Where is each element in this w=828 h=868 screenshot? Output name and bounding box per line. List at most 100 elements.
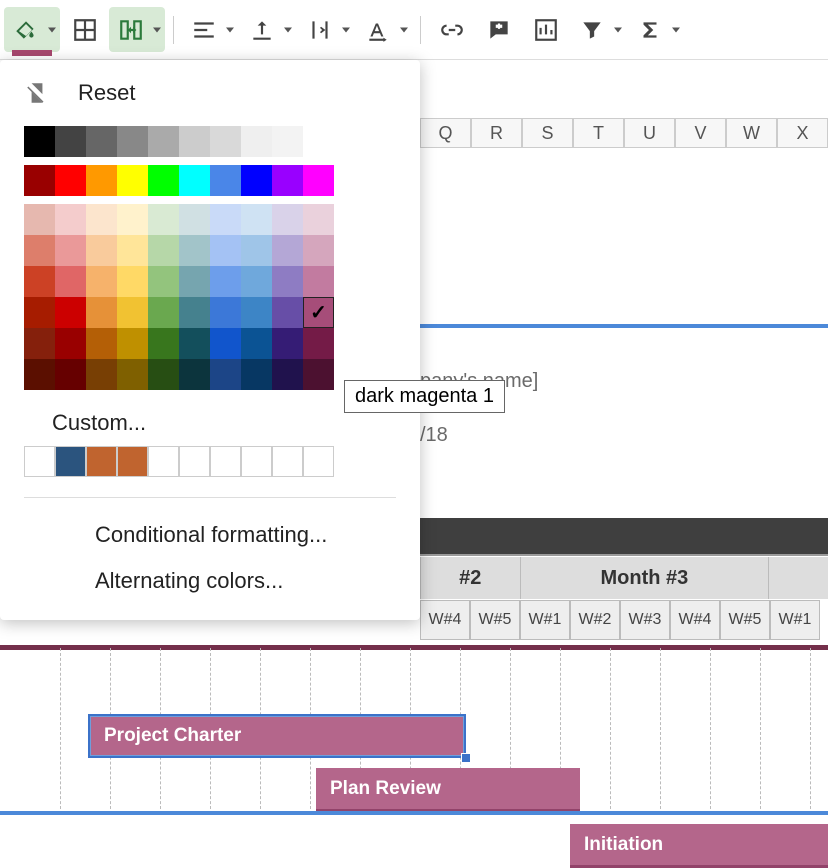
custom-swatch[interactable]	[24, 446, 55, 477]
color-swatch[interactable]	[210, 235, 241, 266]
color-swatch[interactable]	[179, 235, 210, 266]
column-header[interactable]: S	[522, 118, 573, 148]
color-swatch[interactable]	[179, 328, 210, 359]
custom-swatch[interactable]	[210, 446, 241, 477]
color-swatch[interactable]	[272, 266, 303, 297]
color-swatch[interactable]	[55, 235, 86, 266]
color-swatch[interactable]	[55, 126, 86, 157]
color-swatch[interactable]	[303, 126, 334, 157]
custom-swatch[interactable]	[86, 446, 117, 477]
color-swatch[interactable]	[148, 235, 179, 266]
color-swatch[interactable]	[241, 266, 272, 297]
color-swatch[interactable]	[272, 328, 303, 359]
color-swatch[interactable]	[24, 297, 55, 328]
color-swatch[interactable]	[272, 165, 303, 196]
column-header[interactable]: W	[726, 118, 777, 148]
color-swatch[interactable]	[179, 165, 210, 196]
color-swatch[interactable]	[24, 126, 55, 157]
filter-button[interactable]	[570, 7, 626, 52]
insert-comment-button[interactable]	[476, 7, 521, 52]
color-swatch[interactable]	[86, 126, 117, 157]
color-swatch[interactable]	[272, 126, 303, 157]
color-swatch[interactable]	[303, 165, 334, 196]
color-swatch[interactable]	[241, 165, 272, 196]
column-header[interactable]: Q	[420, 118, 471, 148]
color-swatch[interactable]	[148, 328, 179, 359]
column-header[interactable]: U	[624, 118, 675, 148]
color-swatch[interactable]	[303, 359, 334, 390]
color-swatch[interactable]	[117, 266, 148, 297]
insert-link-button[interactable]	[429, 7, 474, 52]
color-swatch[interactable]	[117, 235, 148, 266]
color-swatch[interactable]	[272, 359, 303, 390]
color-swatch[interactable]	[55, 359, 86, 390]
color-swatch[interactable]	[210, 165, 241, 196]
reset-color-item[interactable]: Reset	[0, 70, 420, 116]
color-swatch[interactable]	[55, 266, 86, 297]
color-swatch[interactable]	[24, 204, 55, 235]
color-swatch[interactable]	[86, 297, 117, 328]
color-swatch[interactable]	[24, 165, 55, 196]
color-swatch[interactable]	[241, 235, 272, 266]
color-swatch[interactable]	[210, 126, 241, 157]
color-swatch[interactable]	[303, 266, 334, 297]
color-swatch[interactable]	[86, 266, 117, 297]
color-swatch[interactable]	[210, 266, 241, 297]
color-swatch[interactable]	[148, 297, 179, 328]
color-swatch[interactable]	[86, 204, 117, 235]
color-swatch[interactable]	[179, 359, 210, 390]
color-swatch[interactable]	[241, 359, 272, 390]
column-header[interactable]: V	[675, 118, 726, 148]
functions-button[interactable]	[628, 7, 684, 52]
color-swatch[interactable]	[272, 235, 303, 266]
color-swatch[interactable]	[117, 297, 148, 328]
column-header[interactable]: T	[573, 118, 624, 148]
color-swatch[interactable]	[24, 328, 55, 359]
alternating-colors-item[interactable]: Alternating colors...	[0, 558, 420, 604]
fill-color-button[interactable]	[4, 7, 60, 52]
color-swatch[interactable]	[210, 297, 241, 328]
color-swatch[interactable]	[24, 235, 55, 266]
color-swatch[interactable]	[148, 165, 179, 196]
color-swatch[interactable]	[86, 235, 117, 266]
custom-swatch[interactable]	[241, 446, 272, 477]
horizontal-align-button[interactable]	[182, 7, 238, 52]
color-swatch[interactable]	[272, 297, 303, 328]
color-swatch[interactable]	[117, 328, 148, 359]
color-swatch[interactable]	[179, 126, 210, 157]
color-swatch[interactable]	[241, 297, 272, 328]
custom-swatch[interactable]	[148, 446, 179, 477]
custom-swatch[interactable]	[117, 446, 148, 477]
color-swatch[interactable]	[303, 235, 334, 266]
gantt-bar[interactable]: Plan Review	[316, 768, 580, 812]
column-header[interactable]: R	[471, 118, 522, 148]
color-swatch[interactable]	[86, 165, 117, 196]
color-swatch[interactable]	[24, 266, 55, 297]
color-swatch[interactable]	[303, 297, 334, 328]
color-swatch[interactable]	[148, 204, 179, 235]
color-swatch[interactable]	[86, 328, 117, 359]
color-swatch[interactable]	[210, 359, 241, 390]
custom-swatch[interactable]	[179, 446, 210, 477]
selection-handle[interactable]	[461, 753, 471, 763]
color-swatch[interactable]	[179, 204, 210, 235]
color-swatch[interactable]	[55, 165, 86, 196]
color-swatch[interactable]	[179, 266, 210, 297]
borders-button[interactable]	[62, 7, 107, 52]
color-swatch[interactable]	[241, 204, 272, 235]
color-swatch[interactable]	[210, 204, 241, 235]
color-swatch[interactable]	[86, 359, 117, 390]
color-swatch[interactable]	[24, 359, 55, 390]
color-swatch[interactable]	[303, 204, 334, 235]
color-swatch[interactable]	[117, 359, 148, 390]
color-swatch[interactable]	[117, 204, 148, 235]
insert-chart-button[interactable]	[523, 7, 568, 52]
custom-swatch[interactable]	[55, 446, 86, 477]
color-swatch[interactable]	[55, 204, 86, 235]
color-swatch[interactable]	[117, 165, 148, 196]
color-swatch[interactable]	[117, 126, 148, 157]
color-swatch[interactable]	[241, 328, 272, 359]
color-swatch[interactable]	[179, 297, 210, 328]
color-swatch[interactable]	[303, 328, 334, 359]
column-header[interactable]: X	[777, 118, 828, 148]
